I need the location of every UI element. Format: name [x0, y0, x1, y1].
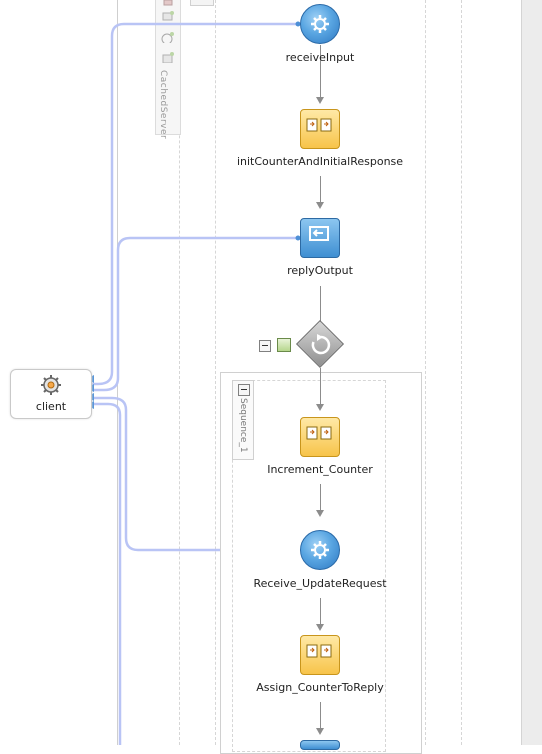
link-lower[interactable] [92, 402, 122, 745]
flow-connector [320, 368, 321, 404]
increment-counter-label: Increment_Counter [267, 463, 373, 476]
edit-condition-button[interactable] [277, 338, 291, 352]
assign-counter-to-reply-activity[interactable] [300, 635, 340, 675]
flow-arrow [316, 728, 324, 735]
gear-icon [311, 15, 329, 33]
flow-arrow [316, 202, 324, 209]
client-label: client [35, 400, 67, 413]
reply-output-label: replyOutput [287, 264, 353, 277]
link-receiveInput[interactable] [92, 22, 298, 386]
receive-input-activity[interactable] [300, 4, 340, 44]
client-partner-link[interactable]: client [10, 369, 92, 419]
assign-icon [306, 118, 332, 132]
receive-update-request-activity[interactable] [300, 530, 340, 570]
init-counter-label: initCounterAndInitialResponse [236, 155, 404, 168]
flow-connector [320, 702, 321, 728]
flow-arrow [316, 624, 324, 631]
increment-counter-activity[interactable] [300, 417, 340, 457]
link-replyOutput[interactable] [92, 236, 298, 392]
reply-output-activity[interactable] [300, 218, 340, 258]
reply-icon [309, 226, 329, 241]
assign-icon [306, 644, 332, 658]
flow-connector [320, 598, 321, 624]
collapse-while-button[interactable] [259, 340, 271, 352]
loop-icon [311, 334, 331, 355]
assign-counter-to-reply-label: Assign_CounterToReply [256, 681, 384, 694]
flow-arrow [316, 404, 324, 411]
flow-connector [320, 176, 321, 202]
flow-connector [320, 484, 321, 510]
flow-arrow [316, 510, 324, 517]
next-activity-partial[interactable] [300, 740, 340, 750]
receive-update-request-label: Receive_UpdateRequest [253, 577, 387, 590]
sequence-label: Sequence_1 [238, 398, 248, 453]
gear-service-icon [41, 375, 61, 395]
receive-input-label: receiveInput [285, 51, 355, 64]
init-counter-assign-activity[interactable] [300, 109, 340, 149]
assign-icon [306, 426, 332, 440]
gear-icon [311, 541, 329, 559]
flow-arrow [316, 97, 324, 104]
collapse-sequence-button[interactable] [238, 384, 250, 396]
